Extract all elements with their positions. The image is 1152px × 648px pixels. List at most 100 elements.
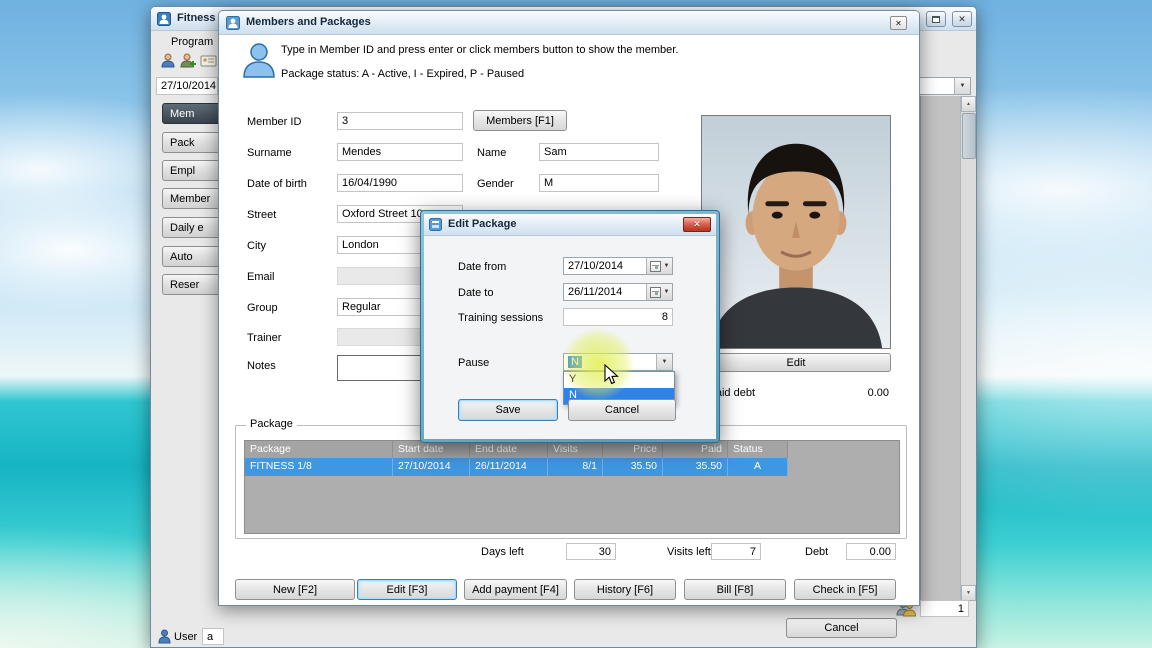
date-to-picker[interactable]: 26/11/2014 ▼ [563, 283, 673, 301]
edit-package-dialog: Edit Package ✕ Date from 27/10/2014 ▼ Da… [420, 210, 720, 443]
chevron-down-icon: ▼ [664, 289, 670, 295]
member-avatar-icon [241, 41, 277, 79]
dob-field[interactable]: 16/04/1990 [337, 174, 463, 192]
date-from-picker[interactable]: 27/10/2014 ▼ [563, 257, 673, 275]
column-header-end-date[interactable]: End date [470, 441, 548, 458]
up-arrow-icon: ▲ [966, 101, 971, 107]
edit-package-close-button[interactable]: ✕ [683, 217, 711, 232]
members-count-field: 1 [920, 600, 969, 617]
app-date-field[interactable]: 27/10/2014 [156, 77, 218, 95]
chevron-down-icon[interactable]: ▼ [954, 78, 970, 94]
pause-selected-value: N [568, 356, 582, 368]
header-status-legend-text: Package status: A - Active, I - Expired,… [281, 68, 524, 80]
calendar-icon [650, 261, 661, 272]
scroll-up-button[interactable]: ▲ [961, 96, 976, 112]
history-f6-button[interactable]: History [F6] [574, 579, 676, 600]
street-label: Street [247, 209, 276, 221]
visits-left-field: 7 [711, 543, 761, 560]
photo-edit-button[interactable]: Edit [701, 353, 891, 372]
column-header-start-date[interactable]: Start date [393, 441, 470, 458]
close-icon: ✕ [693, 219, 701, 230]
app-title: Fitness r [177, 12, 223, 24]
member-photo [701, 115, 891, 349]
menu-program[interactable]: Program [171, 36, 213, 48]
table-row[interactable]: FITNESS 1/8 27/10/2014 26/11/2014 8/1 35… [245, 458, 788, 476]
training-sessions-field[interactable]: 8 [563, 308, 673, 326]
days-left-label: Days left [481, 546, 524, 558]
restore-window-button[interactable] [926, 11, 946, 27]
pause-label: Pause [458, 357, 489, 369]
pause-option-y[interactable]: Y [564, 372, 674, 388]
column-header-price[interactable]: Price [603, 441, 663, 458]
unpaid-debt-value: 0.00 [809, 387, 889, 399]
check-in-f5-button[interactable]: Check in [F5] [794, 579, 896, 600]
cancel-button[interactable]: Cancel [568, 399, 676, 421]
edit-package-body: Edit Package ✕ Date from 27/10/2014 ▼ Da… [424, 214, 716, 439]
toolbar-card-icon[interactable] [200, 52, 217, 69]
user-field[interactable]: a [202, 628, 224, 645]
trainer-label: Trainer [247, 332, 281, 344]
dialog-icon [226, 16, 240, 30]
user-label: User [174, 631, 197, 643]
gender-field[interactable]: M [539, 174, 659, 192]
scroll-down-button[interactable]: ▼ [961, 585, 976, 601]
debt-field: 0.00 [846, 543, 896, 560]
member-id-label: Member ID [247, 116, 301, 128]
dialog-close-button[interactable]: ✕ [890, 16, 907, 30]
cell-start-date: 27/10/2014 [393, 458, 470, 476]
save-button[interactable]: Save [458, 399, 558, 421]
close-icon: ✕ [958, 14, 966, 25]
date-from-label: Date from [458, 261, 506, 273]
email-label: Email [247, 271, 275, 283]
edit-package-title: Edit Package [448, 218, 516, 230]
group-label: Group [247, 302, 278, 314]
dialog-titlebar: Members and Packages ✕ [219, 11, 919, 35]
cell-package: FITNESS 1/8 [245, 458, 393, 476]
close-window-button[interactable]: ✕ [952, 11, 972, 27]
member-id-field[interactable]: 3 [337, 112, 463, 130]
new-f2-button[interactable]: New [F2] [235, 579, 355, 600]
members-f1-button[interactable]: Members [F1] [473, 110, 567, 131]
add-payment-f4-button[interactable]: Add payment [F4] [464, 579, 567, 600]
edit-package-titlebar: Edit Package ✕ [424, 214, 716, 236]
close-icon: ✕ [895, 19, 902, 28]
restore-icon [932, 16, 940, 23]
edit-dialog-icon [429, 218, 442, 231]
bill-f8-button[interactable]: Bill [F8] [684, 579, 786, 600]
scrollbar-thumb[interactable] [962, 113, 976, 159]
visits-left-label: Visits left [667, 546, 711, 558]
chevron-down-icon[interactable]: ▼ [656, 354, 672, 370]
column-header-package[interactable]: Package [245, 441, 393, 458]
surname-field[interactable]: Mendes [337, 143, 463, 161]
days-left-field: 30 [566, 543, 616, 560]
column-header-visits[interactable]: Visits [548, 441, 603, 458]
package-group-title: Package [246, 418, 297, 430]
dialog-title: Members and Packages [246, 16, 371, 28]
name-field[interactable]: Sam [539, 143, 659, 161]
gender-label: Gender [477, 178, 514, 190]
edit-f3-button[interactable]: Edit [F3] [357, 579, 457, 600]
date-to-label: Date to [458, 287, 493, 299]
header-instruction-text: Type in Member ID and press enter or cli… [281, 44, 678, 56]
package-table: Package Start date End date Visits Price… [244, 440, 900, 534]
cell-paid: 35.50 [663, 458, 728, 476]
calendar-icon [650, 287, 661, 298]
debt-label: Debt [805, 546, 828, 558]
user-icon [158, 629, 171, 644]
column-header-paid[interactable]: Paid [663, 441, 728, 458]
toolbar-add-member-icon[interactable] [180, 52, 197, 69]
notes-label: Notes [247, 360, 276, 372]
column-header-status[interactable]: Status [728, 441, 788, 458]
surname-label: Surname [247, 147, 292, 159]
dob-label: Date of birth [247, 178, 307, 190]
training-sessions-label: Training sessions [458, 312, 543, 324]
cell-end-date: 26/11/2014 [470, 458, 548, 476]
app-cancel-button[interactable]: Cancel [786, 618, 897, 638]
cell-price: 35.50 [603, 458, 663, 476]
vertical-scrollbar[interactable]: ▲ ▼ [960, 96, 976, 601]
toolbar-member-icon[interactable] [160, 52, 177, 69]
pause-combobox[interactable]: N ▼ [563, 353, 673, 371]
down-arrow-icon: ▼ [966, 590, 971, 596]
cell-visits: 8/1 [548, 458, 603, 476]
chevron-down-icon: ▼ [664, 263, 670, 269]
